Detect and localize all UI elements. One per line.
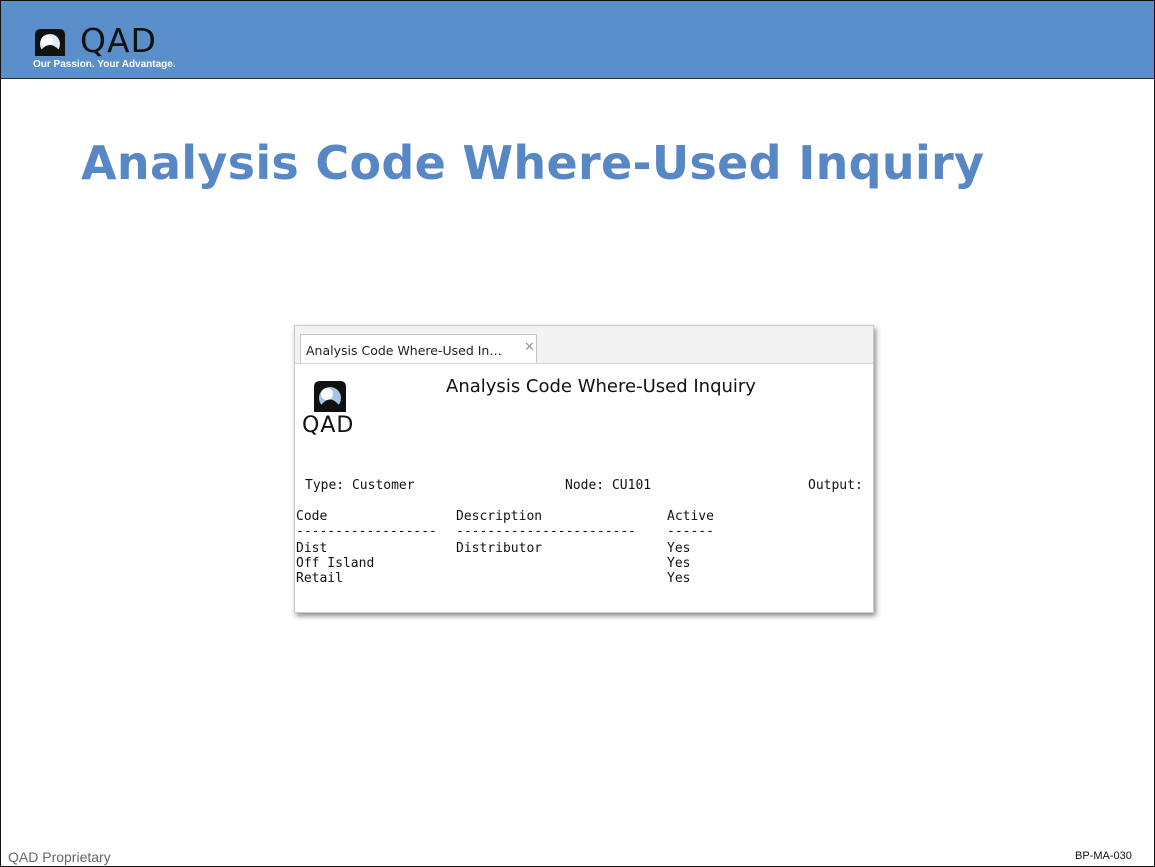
row-active: Yes bbox=[667, 541, 691, 556]
slide: QAD Our Passion. Your Advantage. Analysi… bbox=[0, 0, 1155, 867]
page-title: Analysis Code Where-Used Inquiry bbox=[81, 136, 985, 190]
output-field: Output: bbox=[808, 478, 863, 493]
row-code: Dist bbox=[296, 541, 328, 556]
tab-strip: Analysis Code Where-Used In… ✕ bbox=[295, 326, 873, 364]
row-code: Off Island bbox=[296, 556, 375, 571]
row-active: Yes bbox=[667, 571, 691, 586]
report-title: Analysis Code Where-Used Inquiry bbox=[446, 376, 756, 397]
logo-tagline: Our Passion. Your Advantage. bbox=[33, 59, 176, 70]
header-bar: QAD Our Passion. Your Advantage. bbox=[1, 1, 1154, 79]
separator-active: ------ bbox=[667, 524, 714, 539]
column-header-description: Description bbox=[456, 509, 543, 524]
tab-analysis-code-where-used[interactable]: Analysis Code Where-Used In… ✕ bbox=[300, 334, 537, 363]
report-logo-text: QAD bbox=[302, 413, 355, 438]
logo-text: QAD bbox=[80, 21, 157, 60]
tab-label: Analysis Code Where-Used In… bbox=[306, 343, 502, 358]
separator-description: ----------------------- bbox=[456, 524, 637, 539]
node-field: Node: CU101 bbox=[565, 478, 652, 493]
separator-code: ------------------ bbox=[296, 524, 437, 539]
footer-proprietary: QAD Proprietary bbox=[8, 849, 111, 865]
column-header-code: Code bbox=[296, 509, 328, 524]
column-header-active: Active bbox=[667, 509, 714, 524]
qad-logo: QAD Our Passion. Your Advantage. bbox=[33, 21, 183, 77]
close-icon[interactable]: ✕ bbox=[524, 340, 535, 355]
footer-slide-id: BP-MA-030 bbox=[1075, 850, 1132, 862]
type-field: Type: Customer bbox=[305, 478, 415, 493]
qad-logo-icon bbox=[35, 29, 65, 56]
row-description: Distributor bbox=[456, 541, 543, 556]
row-active: Yes bbox=[667, 556, 691, 571]
inquiry-window: Analysis Code Where-Used In… ✕ QAD Analy… bbox=[294, 325, 874, 613]
row-code: Retail bbox=[296, 571, 343, 586]
qad-report-logo-icon bbox=[314, 381, 346, 412]
